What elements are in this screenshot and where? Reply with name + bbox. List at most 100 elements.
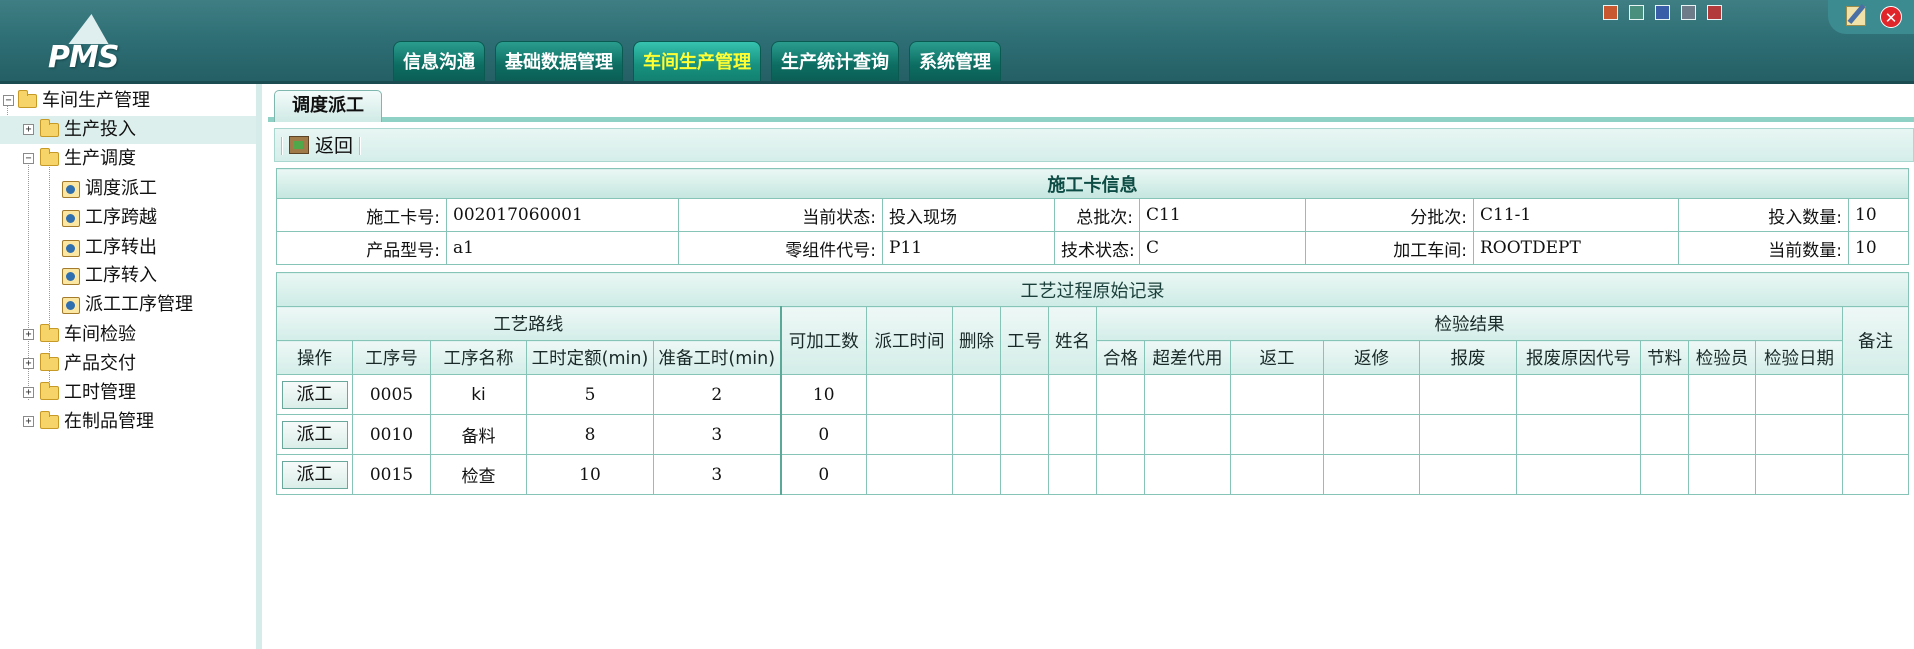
sidebar-root[interactable]: − 车间生产管理 <box>0 87 256 115</box>
col-process-no: 工序号 <box>352 340 431 375</box>
cell-empty <box>1230 374 1324 415</box>
theme-color-blue[interactable] <box>1655 5 1670 20</box>
col-remark: 备注 <box>1842 306 1909 375</box>
col-operation: 操作 <box>276 340 353 375</box>
cell-time-quota: 8 <box>526 414 654 455</box>
tab-basic-data[interactable]: 基础数据管理 <box>495 41 623 84</box>
col-scrap-reason: 报废原因代号 <box>1516 340 1641 375</box>
product-model-label: 产品型号: <box>276 231 447 265</box>
page-icon <box>62 240 80 257</box>
sidebar-item-label: 工时管理 <box>64 382 136 403</box>
cell-empty <box>1000 374 1049 415</box>
theme-color-picker <box>1603 5 1722 20</box>
edit-icon[interactable] <box>1846 6 1866 26</box>
sidebar-subitem-dispatch-process-mgmt[interactable]: 派工工序管理 <box>0 291 256 319</box>
card-info-table: 施工卡信息 施工卡号: 002017060001 当前状态: 投入现场 总批次:… <box>275 168 1910 265</box>
cell-time-quota: 10 <box>526 454 654 495</box>
cell-empty <box>1516 374 1641 415</box>
input-qty-value: 10 <box>1847 198 1910 232</box>
cell-process-name: 备料 <box>430 414 527 455</box>
col-pass: 合格 <box>1096 340 1145 375</box>
product-model-value: a1 <box>446 231 679 265</box>
page-icon <box>62 268 80 285</box>
total-batch-label: 总批次: <box>1054 198 1140 232</box>
cell-empty <box>1842 454 1909 495</box>
expand-icon[interactable]: + <box>23 329 34 340</box>
sidebar-item-workshop-inspection[interactable]: + 车间检验 <box>0 321 256 349</box>
cell-empty <box>1048 374 1097 415</box>
status-label: 当前状态: <box>678 198 883 232</box>
sidebar-subitem-process-skip[interactable]: 工序跨越 <box>0 204 256 232</box>
expand-icon[interactable]: + <box>23 358 34 369</box>
window-controls: ✕ <box>1828 0 1914 34</box>
cell-empty <box>866 454 953 495</box>
sidebar-item-production-dispatch[interactable]: − 生产调度 <box>0 145 256 173</box>
close-icon[interactable]: ✕ <box>1880 6 1902 28</box>
cell-empty <box>1688 454 1756 495</box>
page-icon <box>62 297 80 314</box>
cell-empty <box>1230 414 1324 455</box>
back-button[interactable]: 返回 <box>289 133 353 159</box>
workshop-value: ROOTDEPT <box>1473 231 1679 265</box>
part-code-label: 零组件代号: <box>678 231 883 265</box>
sidebar-item-wip-management[interactable]: + 在制品管理 <box>0 408 256 436</box>
theme-color-red[interactable] <box>1707 5 1722 20</box>
sidebar-tree: − 车间生产管理 + 生产投入 − 生产调度 调度派工 工序跨越 工序转出 工序… <box>0 84 262 649</box>
expand-icon[interactable]: + <box>23 124 34 135</box>
cell-available-qty: 0 <box>779 414 867 455</box>
expand-icon[interactable]: + <box>23 387 34 398</box>
dispatch-button[interactable]: 派工 <box>281 420 348 449</box>
tab-production-stats[interactable]: 生产统计查询 <box>771 41 899 84</box>
collapse-icon[interactable]: − <box>3 95 14 106</box>
tab-system-management[interactable]: 系统管理 <box>909 41 1001 84</box>
cell-process-no: 0010 <box>352 414 431 455</box>
col-scrap: 报废 <box>1419 340 1517 375</box>
input-qty-label: 投入数量: <box>1678 198 1849 232</box>
theme-color-gray[interactable] <box>1681 5 1696 20</box>
col-rework: 返工 <box>1230 340 1324 375</box>
tab-workshop-production[interactable]: 车间生产管理 <box>633 41 761 84</box>
tab-info-communication[interactable]: 信息沟通 <box>393 41 485 84</box>
folder-icon <box>40 353 59 371</box>
collapse-icon[interactable]: − <box>23 153 34 164</box>
sidebar-subitem-process-transfer-out[interactable]: 工序转出 <box>0 234 256 262</box>
sidebar-item-production-input[interactable]: + 生产投入 <box>0 116 256 144</box>
sidebar-item-product-delivery[interactable]: + 产品交付 <box>0 350 256 378</box>
expand-icon[interactable]: + <box>23 416 34 427</box>
theme-color-orange[interactable] <box>1603 5 1618 20</box>
cell-empty <box>1640 374 1689 415</box>
cell-empty <box>1230 454 1324 495</box>
theme-color-green[interactable] <box>1629 5 1644 20</box>
part-code-value: P11 <box>882 231 1055 265</box>
card-info-row: 产品型号: a1 零组件代号: P11 技术状态: C 加工车间: ROOTDE… <box>276 231 1910 265</box>
sidebar-item-work-hours[interactable]: + 工时管理 <box>0 379 256 407</box>
col-inspect-date: 检验日期 <box>1755 340 1843 375</box>
sidebar-subitem-dispatch-work[interactable]: 调度派工 <box>0 175 256 203</box>
dispatch-button[interactable]: 派工 <box>281 460 348 489</box>
toolbar-separator <box>281 137 283 155</box>
folder-open-icon <box>18 90 37 108</box>
tab-dispatch-work[interactable]: 调度派工 <box>274 90 382 122</box>
sidebar-item-label: 在制品管理 <box>64 411 154 432</box>
process-record-table: 工艺过程原始记录 工艺路线 可加工数 派工时间 删除 工号 姓名 检验结果 备注… <box>276 272 1909 495</box>
tech-status-value: C <box>1139 231 1306 265</box>
cell-empty <box>866 374 953 415</box>
folder-open-icon <box>40 148 59 166</box>
cell-prep-time: 3 <box>653 414 781 455</box>
logo-text: PMS <box>48 40 119 75</box>
dispatch-button[interactable]: 派工 <box>281 380 348 409</box>
cell-empty <box>1000 454 1049 495</box>
col-inspector: 检验员 <box>1688 340 1756 375</box>
process-record-title: 工艺过程原始记录 <box>276 272 1909 307</box>
page-icon <box>62 210 80 227</box>
cell-prep-time: 2 <box>653 374 781 415</box>
sidebar-subitem-process-transfer-in[interactable]: 工序转入 <box>0 262 256 290</box>
table-row: 派工 0015 检查 10 3 0 <box>276 454 1909 495</box>
sidebar-item-label: 生产投入 <box>64 119 136 140</box>
folder-icon <box>40 382 59 400</box>
cell-empty <box>1419 454 1517 495</box>
cell-empty <box>952 454 1001 495</box>
cell-empty <box>866 414 953 455</box>
pms-logo: PMS <box>44 14 124 75</box>
col-worker-name: 姓名 <box>1048 306 1097 375</box>
